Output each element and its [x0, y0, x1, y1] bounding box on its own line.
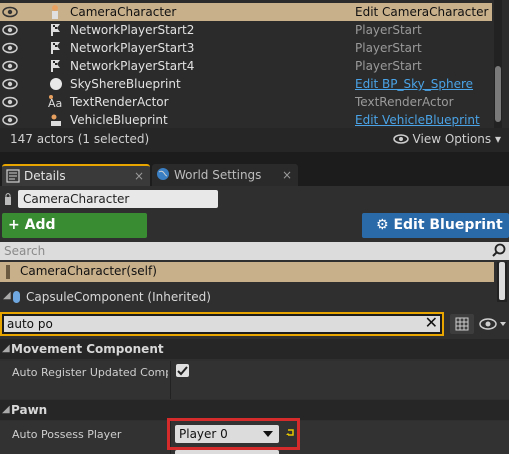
auto-possess-dropdown[interactable]: Player 0	[175, 425, 279, 443]
player-start-icon	[48, 22, 64, 38]
close-icon[interactable]: ×	[282, 164, 292, 186]
actor-name: CameraCharacter	[70, 5, 177, 19]
actor-count: 147 actors (1 selected)	[10, 132, 150, 146]
tab-details[interactable]: Details ×	[2, 164, 150, 186]
edit-blueprint-link[interactable]: Edit BP_Sky_Sphere	[355, 77, 473, 91]
actor-name: NetworkPlayerStart3	[70, 41, 195, 55]
actor-name: SkyShereBlueprint	[70, 77, 181, 91]
visibility-eye-icon[interactable]	[2, 78, 18, 90]
visibility-eye-icon[interactable]	[2, 114, 18, 126]
outliner-row[interactable]: NetworkPlayerStart4 PlayerStart	[0, 57, 492, 75]
details-tab-bar: Details × World Settings ×	[0, 162, 509, 186]
grid-icon	[455, 317, 469, 331]
text-render-icon: Aa	[48, 94, 64, 110]
edit-blueprint-label: Edit Blueprint	[393, 217, 503, 233]
actor-name: VehicleBlueprint	[70, 113, 168, 127]
add-component-button[interactable]: + Add Component ▾	[2, 213, 147, 258]
visibility-eye-icon[interactable]	[2, 6, 18, 18]
outliner-row[interactable]: NetworkPlayerStart3 PlayerStart	[0, 39, 492, 57]
svg-text:Aa: Aa	[48, 97, 62, 110]
collapse-arrow-icon[interactable]: ◢	[3, 290, 11, 301]
gear-icon: ⚙	[376, 217, 389, 233]
lock-icon[interactable]	[4, 192, 12, 206]
capsule-icon	[13, 291, 20, 303]
outliner-row[interactable]: NetworkPlayerStart2 PlayerStart	[0, 21, 492, 39]
tab-details-label: Details	[24, 169, 66, 183]
property-matrix-button[interactable]	[450, 314, 474, 334]
actor-component-icon	[6, 265, 10, 279]
panel-divider[interactable]	[0, 152, 509, 162]
eye-icon	[392, 134, 409, 144]
outliner-row[interactable]: Aa TextRenderActor TextRenderActor	[0, 93, 492, 111]
components-scrollbar[interactable]	[497, 262, 507, 302]
reset-to-default-icon[interactable]	[285, 428, 295, 438]
collapse-arrow-icon: ◢	[2, 404, 10, 415]
search-icon[interactable]	[492, 243, 506, 257]
component-self-label: CameraCharacter(self)	[20, 264, 157, 278]
actor-type: TextRenderActor	[355, 95, 454, 109]
components-scrollbar-thumb[interactable]	[499, 262, 505, 300]
category-label: Movement Component	[11, 342, 164, 356]
details-filter-box: auto po ✕	[0, 312, 444, 336]
category-label: Pawn	[11, 403, 48, 417]
property-splitter[interactable]	[170, 361, 171, 399]
search-placeholder: Search	[4, 244, 46, 258]
eye-icon	[479, 318, 506, 330]
chevron-down-icon: ▾	[494, 132, 501, 146]
next-dropdown[interactable]	[175, 450, 279, 454]
outliner-row[interactable]: VehicleBlueprint Edit VehicleBlueprint	[0, 111, 492, 128]
collapse-arrow-icon: ◢	[2, 343, 10, 354]
actor-type: Edit CameraCharacter	[355, 5, 489, 19]
component-capsule-label: CapsuleComponent (Inherited)	[26, 290, 211, 304]
player-start-icon	[48, 40, 64, 56]
category-movement-component[interactable]: ◢ Movement Component	[0, 339, 509, 359]
clear-search-icon[interactable]: ✕	[425, 313, 438, 332]
details-icon	[6, 169, 20, 183]
visibility-options-button[interactable]	[478, 316, 508, 332]
property-label: Auto Register Updated Component	[12, 366, 168, 379]
visibility-eye-icon[interactable]	[2, 60, 18, 72]
visibility-eye-icon[interactable]	[2, 42, 18, 54]
sphere-icon	[48, 76, 64, 92]
camera-character-icon	[48, 4, 64, 20]
view-options-button[interactable]: View Options ▾	[392, 132, 501, 146]
edit-blueprint-button[interactable]: ⚙ Edit Blueprint ▾	[362, 213, 509, 258]
close-icon[interactable]: ×	[134, 166, 144, 186]
outliner-scrollbar-thumb[interactable]	[495, 66, 501, 122]
view-options-label: View Options	[412, 132, 492, 146]
visibility-eye-icon[interactable]	[2, 96, 18, 108]
checkmark-icon	[177, 366, 188, 376]
category-pawn[interactable]: ◢ Pawn	[0, 400, 509, 420]
outliner-row[interactable]: CameraCharacter Edit CameraCharacter	[0, 3, 492, 21]
chevron-down-icon	[263, 431, 273, 437]
actor-type: PlayerStart	[355, 59, 422, 73]
actor-type: PlayerStart	[355, 41, 422, 55]
outliner-scrollbar[interactable]	[494, 0, 502, 128]
visibility-eye-icon[interactable]	[2, 24, 18, 36]
auto-possess-value: Player 0	[179, 427, 228, 441]
component-search-input[interactable]: Search	[0, 242, 509, 260]
object-name-field[interactable]: CameraCharacter	[18, 190, 218, 208]
vehicle-icon	[48, 112, 64, 128]
edit-blueprint-link[interactable]: Edit VehicleBlueprint	[355, 113, 480, 127]
world-outliner: CameraCharacter Edit CameraCharacter Netwo…	[0, 0, 509, 128]
component-self-row[interactable]: CameraCharacter(self)	[0, 262, 494, 282]
component-capsule-row[interactable]: ◢ CapsuleComponent (Inherited)	[0, 287, 494, 307]
property-label: Auto Possess Player	[12, 428, 122, 441]
outliner-status-bar: 147 actors (1 selected) View Options ▾	[0, 128, 509, 152]
tab-world-settings-label: World Settings	[174, 168, 262, 182]
globe-icon	[157, 168, 169, 180]
actor-name: NetworkPlayerStart4	[70, 59, 195, 73]
actor-type: PlayerStart	[355, 23, 422, 37]
property-auto-register: Auto Register Updated Component	[0, 361, 509, 399]
player-start-icon	[48, 58, 64, 74]
actor-name: NetworkPlayerStart2	[70, 23, 195, 37]
tab-world-settings[interactable]: World Settings ×	[152, 164, 298, 186]
actor-name: TextRenderActor	[70, 95, 169, 109]
auto-register-checkbox[interactable]	[176, 364, 189, 377]
details-filter-input[interactable]: auto po	[4, 316, 440, 332]
outliner-row[interactable]: SkyShereBlueprint Edit BP_Sky_Sphere	[0, 75, 492, 93]
